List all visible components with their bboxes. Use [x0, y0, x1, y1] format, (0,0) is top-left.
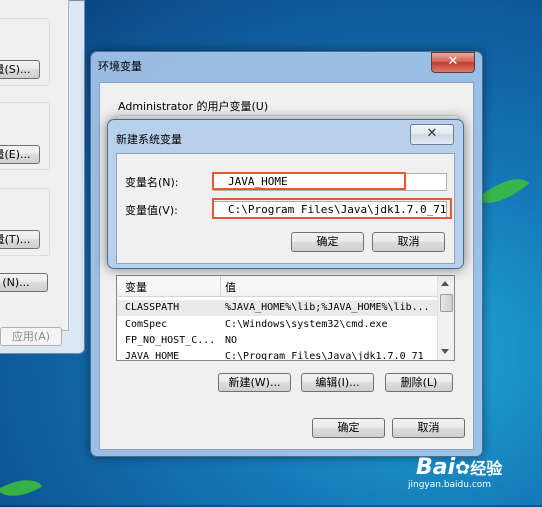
ok-button[interactable]: 确定: [312, 418, 385, 438]
system-properties-panel: 量(S)... 量(E)... 量(T)... (N)... 应用(A): [0, 0, 69, 346]
wallpaper-leaf: [476, 166, 530, 216]
table-row[interactable]: FP_NO_HOST_C... NO: [117, 333, 437, 349]
close-button[interactable]: ✕: [431, 52, 475, 73]
variable-name: ComSpec: [125, 319, 168, 330]
cancel-button[interactable]: 取消: [372, 232, 445, 252]
edit-variable-button[interactable]: 编辑(I)...: [301, 373, 374, 392]
variable-value: C:\Windows\system32\cmd.exe: [225, 319, 388, 330]
watermark-url: jingyan.baidu.com: [408, 480, 492, 490]
scroll-down-icon[interactable]: [441, 349, 449, 354]
variable-name: JAVA_HOME: [125, 351, 180, 361]
new-system-variable-dialog: 新建系统变量 ✕ 变量名(N): JAVA_HOME 变量值(V): C:\Pr…: [107, 119, 464, 269]
user-vars-label: Administrator 的用户变量(U): [118, 100, 269, 113]
table-header: 变量 值: [117, 276, 437, 297]
scroll-up-icon[interactable]: [441, 281, 449, 286]
column-header-value[interactable]: 值: [225, 279, 236, 295]
variable-value: C:\Program Files\Java\jdk1.7.0_71: [225, 351, 424, 361]
new-variable-button[interactable]: 新建(W)...: [218, 373, 291, 392]
value-highlight-box: [212, 198, 452, 219]
variable-value-label: 变量值(V):: [125, 204, 178, 217]
table-row[interactable]: JAVA_HOME C:\Program Files\Java\jdk1.7.0…: [117, 349, 437, 361]
delete-variable-button[interactable]: 删除(L): [385, 373, 453, 392]
variable-name-label: 变量名(N):: [125, 176, 179, 189]
settings-button-t[interactable]: 量(T)...: [0, 230, 40, 249]
wallpaper-leaf: [0, 469, 43, 507]
ok-button[interactable]: 确定: [291, 232, 364, 252]
variable-name: CLASSPATH: [125, 302, 180, 313]
cancel-button[interactable]: 取消: [392, 418, 465, 438]
variable-name: FP_NO_HOST_C...: [125, 335, 216, 346]
name-highlight-box: [212, 172, 406, 190]
column-separator[interactable]: [220, 276, 221, 296]
table-row[interactable]: CLASSPATH %JAVA_HOME%\lib;%JAVA_HOME%\li…: [117, 300, 437, 316]
variable-value: %JAVA_HOME%\lib;%JAVA_HOME%\lib...: [225, 302, 430, 313]
baidu-watermark: Bai✿经验 jingyan.baidu.com: [408, 455, 503, 490]
table-row[interactable]: ComSpec C:\Windows\system32\cmd.exe: [117, 317, 437, 333]
settings-button-e[interactable]: 量(E)...: [0, 145, 40, 164]
paw-icon: ✿: [455, 458, 471, 479]
vertical-scrollbar[interactable]: [437, 276, 454, 360]
dialog-title: 环境变量: [98, 60, 142, 73]
apply-button[interactable]: 应用(A): [0, 327, 62, 346]
system-properties-window: 量(S)... 量(E)... 量(T)... (N)... 应用(A): [0, 0, 85, 354]
system-variables-table[interactable]: 变量 值 CLASSPATH %JAVA_HOME%\lib;%JAVA_HOM…: [116, 275, 455, 361]
settings-button-s[interactable]: 量(S)...: [0, 60, 40, 79]
close-button[interactable]: ✕: [410, 124, 454, 145]
column-header-variable[interactable]: 变量: [125, 279, 147, 295]
watermark-brand-cn: 经验: [470, 459, 503, 478]
variable-value: NO: [225, 335, 238, 346]
dialog-title: 新建系统变量: [116, 133, 182, 146]
watermark-brand: Bai: [416, 455, 456, 480]
scroll-thumb[interactable]: [440, 294, 453, 312]
env-vars-button[interactable]: (N)...: [0, 273, 48, 292]
